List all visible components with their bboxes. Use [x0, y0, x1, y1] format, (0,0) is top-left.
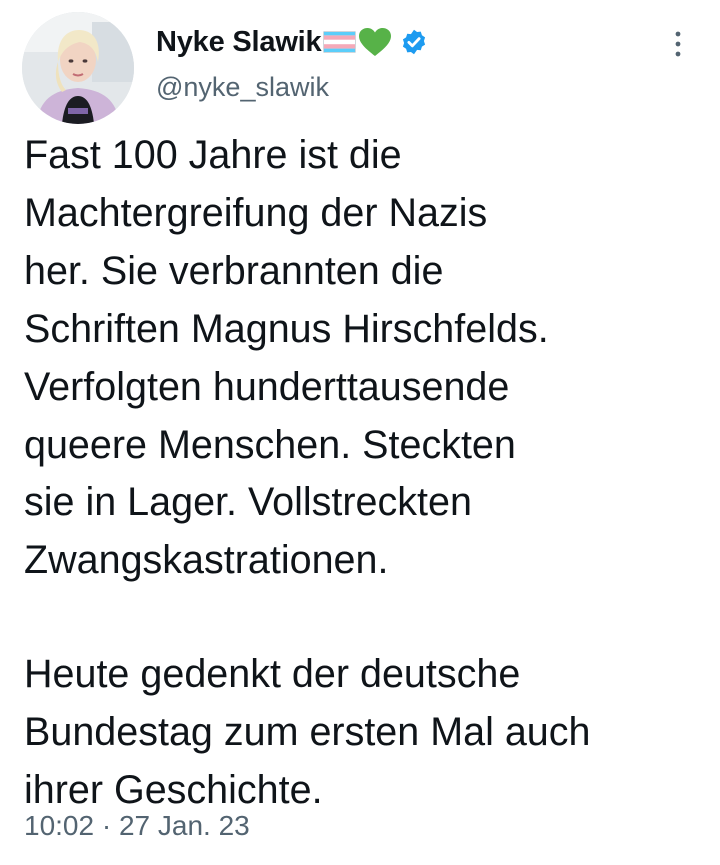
tweet-paragraph: Fast 100 Jahre ist die Machtergreifung d… — [24, 133, 549, 583]
green-heart-icon — [358, 27, 392, 57]
more-vertical-icon[interactable] — [668, 26, 688, 62]
avatar[interactable] — [22, 12, 134, 124]
tweet-timestamp[interactable]: 10:02 · 27 Jan. 23 — [24, 810, 250, 842]
meta-separator: · — [101, 810, 112, 841]
display-name[interactable]: Nyke Slawik — [156, 26, 322, 59]
transgender-flag-icon — [323, 31, 357, 53]
tweet-text: Fast 100 Jahre ist die Machtergreifung d… — [24, 127, 704, 820]
tweet-time: 10:02 — [24, 810, 95, 841]
verified-badge-icon — [400, 28, 428, 56]
tweet-date: 27 Jan. 23 — [118, 810, 250, 841]
tweet-paragraph: Heute gedenkt der deutsche Bundestag zum… — [24, 652, 591, 813]
author-handle[interactable]: @nyke_slawik — [156, 72, 329, 103]
author-name-row: Nyke Slawik — [156, 22, 428, 62]
